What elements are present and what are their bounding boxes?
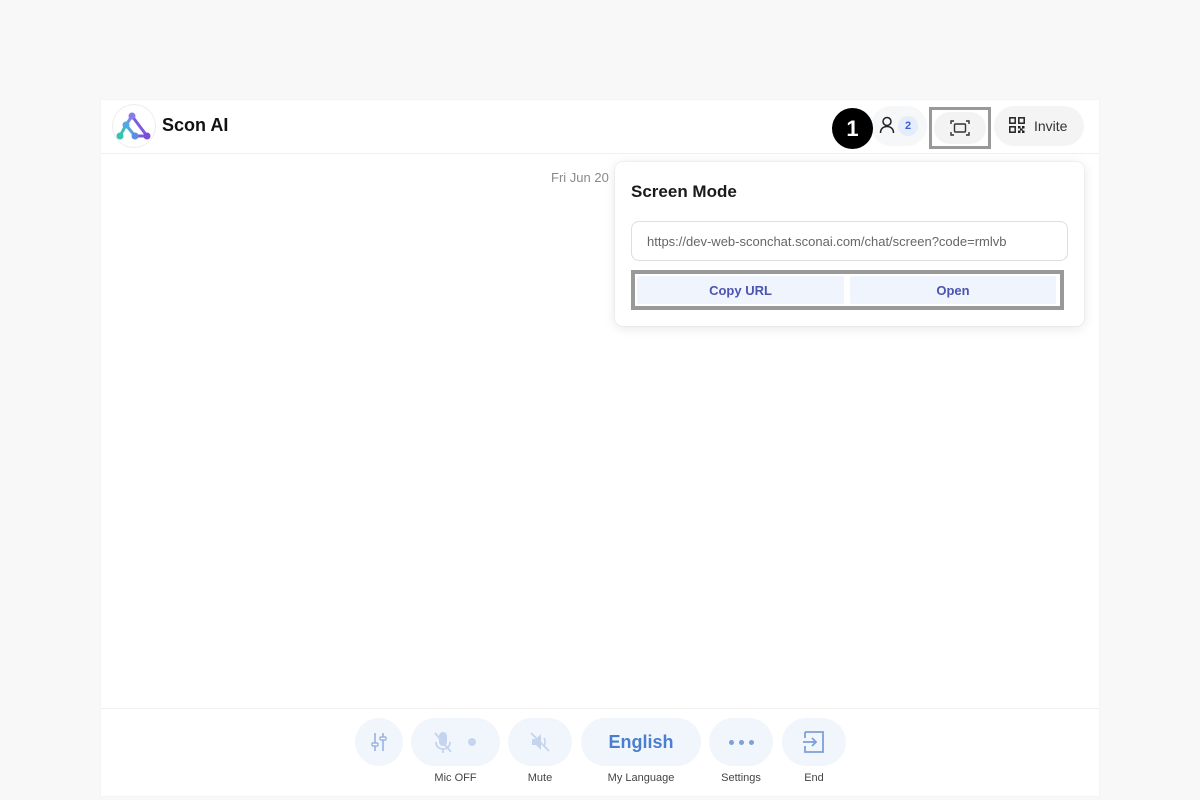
popover-title: Screen Mode [631,182,737,201]
copy-url-button[interactable]: Copy URL [637,276,844,304]
control-bar: Mic OFF Mute English My Language Setting… [101,708,1099,796]
language-value: English [608,731,674,752]
chat-window: Scon AI 2 1 Invite Fri Jun 20 Screen Mod… [101,100,1099,796]
screen-mode-button[interactable] [934,112,986,144]
participant-count-badge: 2 [898,116,918,136]
mic-off-icon [434,732,452,753]
user-icon [879,116,895,134]
app-title: Scon AI [162,115,229,135]
settings-button[interactable] [709,718,773,766]
actions-highlight: Copy URL Open [631,270,1064,310]
language-label: My Language [607,772,675,784]
equalizer-icon [371,733,387,751]
qr-code-icon [1009,117,1025,133]
screen-mode-icon [950,120,970,136]
screen-url-field[interactable] [631,221,1068,261]
participants-button[interactable]: 2 [871,106,927,146]
mic-label: Mic OFF [434,772,477,784]
chat-date-label: Fri Jun 20 [551,170,609,185]
more-icon [728,739,754,745]
settings-label: Settings [721,772,761,784]
mic-button[interactable] [411,718,500,766]
language-button[interactable]: English [581,718,701,766]
mute-label: Mute [527,772,553,784]
invite-button[interactable]: Invite [994,106,1084,146]
screen-mode-highlight [929,107,991,149]
screen-mode-popover: Screen Mode Copy URL Open [615,162,1084,326]
open-button[interactable]: Open [850,276,1056,304]
invite-label: Invite [1034,118,1068,134]
end-button[interactable] [782,718,846,766]
app-logo-icon [113,105,155,147]
header: Scon AI 2 1 Invite [101,100,1099,154]
step-badge: 1 [832,108,873,149]
end-label: End [804,772,824,784]
speaker-mute-icon [530,732,550,752]
exit-icon [803,731,824,753]
mute-button[interactable] [508,718,572,766]
equalizer-button[interactable] [355,718,403,766]
mic-level-dot [468,738,476,746]
